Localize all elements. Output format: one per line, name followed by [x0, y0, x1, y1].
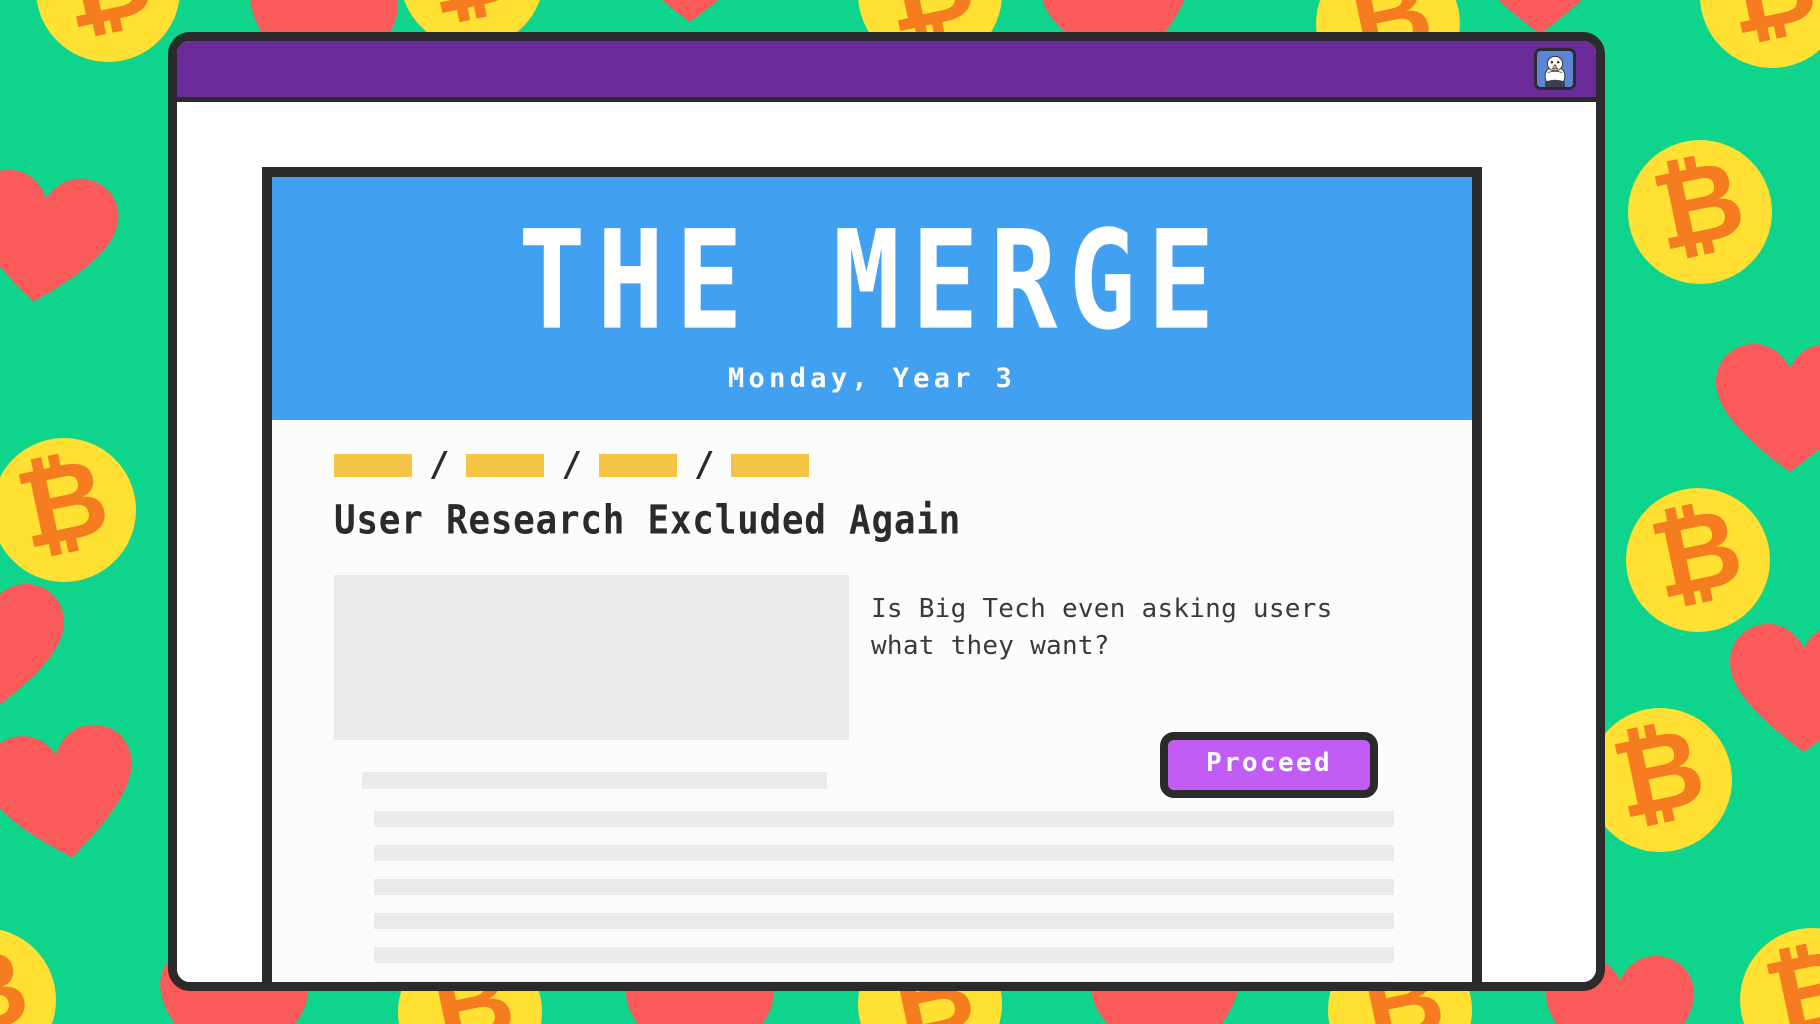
masthead-title: THE MERGE [518, 202, 1226, 361]
newspaper-masthead: THE MERGE Monday, Year 3 [272, 177, 1472, 420]
skeleton-line [374, 947, 1394, 963]
breadcrumb-item-1[interactable] [334, 453, 412, 477]
article-content: / / / User Research Excluded Again Is Bi… [272, 420, 1472, 982]
skeleton-caption-bar [362, 772, 827, 789]
breadcrumb: / / / [334, 448, 1410, 482]
browser-window: THE MERGE Monday, Year 3 / / / User Rese… [168, 32, 1605, 991]
skeleton-line [374, 845, 1394, 861]
skeleton-line [374, 913, 1394, 929]
proceed-button[interactable]: Proceed [1160, 732, 1378, 798]
skeleton-line [374, 811, 1394, 827]
window-titlebar [177, 41, 1596, 102]
article-image-placeholder [334, 575, 849, 740]
skeleton-body-lines [374, 811, 1410, 982]
window-content-area: THE MERGE Monday, Year 3 / / / User Rese… [177, 102, 1596, 982]
article-lede-text: Is Big Tech even asking users what they … [871, 594, 1333, 661]
breadcrumb-separator: / [561, 445, 582, 485]
skeleton-line [374, 879, 1394, 895]
article-lede-row: Is Big Tech even asking users what they … [334, 575, 1410, 740]
breadcrumb-item-2[interactable] [466, 453, 545, 477]
proceed-button-wrapper: Proceed [1160, 732, 1378, 798]
breadcrumb-item-3[interactable] [598, 453, 677, 477]
masthead-date: Monday, Year 3 [727, 363, 1017, 394]
eagle-avatar-icon[interactable] [1534, 48, 1576, 90]
article-headline: User Research Excluded Again [334, 497, 962, 544]
breadcrumb-item-4[interactable] [731, 453, 810, 477]
skeleton-line [374, 981, 1394, 982]
breadcrumb-separator: / [693, 445, 715, 485]
breadcrumb-separator: / [429, 445, 450, 485]
article-panel: THE MERGE Monday, Year 3 / / / User Rese… [262, 167, 1482, 982]
